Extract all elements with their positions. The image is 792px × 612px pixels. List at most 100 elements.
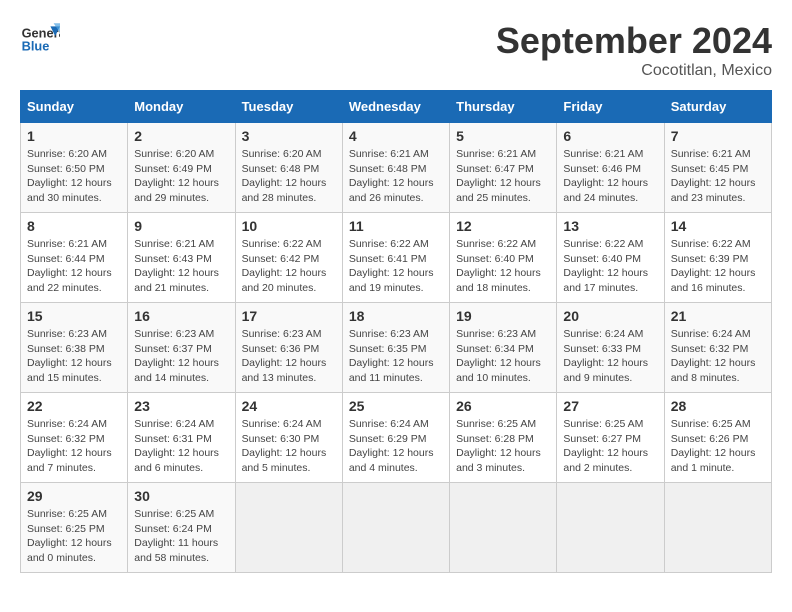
day-number: 8 (27, 218, 121, 234)
day-info: Sunrise: 6:21 AMSunset: 6:44 PMDaylight:… (27, 237, 121, 296)
day-number: 3 (242, 128, 336, 144)
day-info: Sunrise: 6:22 AMSunset: 6:40 PMDaylight:… (456, 237, 550, 296)
day-number: 11 (349, 218, 443, 234)
day-info: Sunrise: 6:24 AMSunset: 6:29 PMDaylight:… (349, 417, 443, 476)
day-info: Sunrise: 6:25 AMSunset: 6:26 PMDaylight:… (671, 417, 765, 476)
calendar-cell: 27Sunrise: 6:25 AMSunset: 6:27 PMDayligh… (557, 393, 664, 483)
calendar-cell (557, 483, 664, 573)
calendar-cell: 19Sunrise: 6:23 AMSunset: 6:34 PMDayligh… (450, 303, 557, 393)
day-info: Sunrise: 6:22 AMSunset: 6:41 PMDaylight:… (349, 237, 443, 296)
calendar-table: SundayMondayTuesdayWednesdayThursdayFrid… (20, 90, 772, 573)
calendar-cell: 5Sunrise: 6:21 AMSunset: 6:47 PMDaylight… (450, 123, 557, 213)
weekday-header-thursday: Thursday (450, 91, 557, 123)
day-info: Sunrise: 6:21 AMSunset: 6:48 PMDaylight:… (349, 147, 443, 206)
day-info: Sunrise: 6:25 AMSunset: 6:28 PMDaylight:… (456, 417, 550, 476)
calendar-cell: 28 Sunrise: 6:25 AMSunset: 6:26 PMDayligh… (664, 393, 771, 483)
calendar-cell (664, 483, 771, 573)
calendar-cell: 29 Sunrise: 6:25 AMSunset: 6:25 PMDayligh… (21, 483, 128, 573)
calendar-cell: 25 Sunrise: 6:24 AMSunset: 6:29 PMDayligh… (342, 393, 449, 483)
day-number: 5 (456, 128, 550, 144)
day-info: Sunrise: 6:20 AMSunset: 6:50 PMDaylight:… (27, 147, 121, 206)
calendar-week-3: 22 Sunrise: 6:24 AMSunset: 6:32 PMDayligh… (21, 393, 772, 483)
weekday-header-friday: Friday (557, 91, 664, 123)
svg-text:Blue: Blue (22, 38, 50, 53)
weekday-header-saturday: Saturday (664, 91, 771, 123)
day-info: Sunrise: 6:24 AMSunset: 6:32 PMDaylight:… (671, 327, 765, 386)
calendar-cell: 17 Sunrise: 6:23 AMSunset: 6:36 PMDayligh… (235, 303, 342, 393)
day-number: 17 (242, 308, 336, 324)
day-info: Sunrise: 6:24 AMSunset: 6:32 PMDaylight:… (27, 417, 121, 476)
calendar-week-1: 8 Sunrise: 6:21 AMSunset: 6:44 PMDaylight… (21, 213, 772, 303)
calendar-cell: 16Sunrise: 6:23 AMSunset: 6:37 PMDayligh… (128, 303, 235, 393)
day-info: Sunrise: 6:25 AMSunset: 6:27 PMDaylight:… (563, 417, 657, 476)
day-info: Sunrise: 6:25 AMSunset: 6:25 PMDaylight:… (27, 507, 121, 566)
calendar-cell: 14 Sunrise: 6:22 AMSunset: 6:39 PMDayligh… (664, 213, 771, 303)
weekday-header-wednesday: Wednesday (342, 91, 449, 123)
day-info: Sunrise: 6:23 AMSunset: 6:36 PMDaylight:… (242, 327, 336, 386)
calendar-cell (450, 483, 557, 573)
day-number: 20 (563, 308, 657, 324)
day-number: 1 (27, 128, 121, 144)
day-number: 19 (456, 308, 550, 324)
calendar-cell: 15Sunrise: 6:23 AMSunset: 6:38 PMDayligh… (21, 303, 128, 393)
calendar-cell: 4 Sunrise: 6:21 AMSunset: 6:48 PMDaylight… (342, 123, 449, 213)
day-number: 24 (242, 398, 336, 414)
calendar-cell: 24Sunrise: 6:24 AMSunset: 6:30 PMDayligh… (235, 393, 342, 483)
day-number: 26 (456, 398, 550, 414)
page-header: General Blue September 2024 Cocotitlan, … (20, 20, 772, 80)
day-number: 15 (27, 308, 121, 324)
calendar-cell: 6Sunrise: 6:21 AMSunset: 6:46 PMDaylight… (557, 123, 664, 213)
calendar-week-0: 1 Sunrise: 6:20 AMSunset: 6:50 PMDaylight… (21, 123, 772, 213)
day-number: 7 (671, 128, 765, 144)
day-info: Sunrise: 6:21 AMSunset: 6:43 PMDaylight:… (134, 237, 228, 296)
day-number: 4 (349, 128, 443, 144)
day-number: 14 (671, 218, 765, 234)
logo-icon: General Blue (20, 20, 60, 60)
day-number: 22 (27, 398, 121, 414)
weekday-header-monday: Monday (128, 91, 235, 123)
weekday-header-sunday: Sunday (21, 91, 128, 123)
day-info: Sunrise: 6:24 AMSunset: 6:33 PMDaylight:… (563, 327, 657, 386)
calendar-cell: 12 Sunrise: 6:22 AMSunset: 6:40 PMDayligh… (450, 213, 557, 303)
weekday-header-tuesday: Tuesday (235, 91, 342, 123)
day-number: 18 (349, 308, 443, 324)
day-number: 30 (134, 488, 228, 504)
calendar-cell: 30 Sunrise: 6:25 AMSunset: 6:24 PMDayligh… (128, 483, 235, 573)
calendar-cell: 26 Sunrise: 6:25 AMSunset: 6:28 PMDayligh… (450, 393, 557, 483)
title-block: September 2024 Cocotitlan, Mexico (496, 20, 772, 80)
location: Cocotitlan, Mexico (496, 62, 772, 80)
calendar-cell: 9 Sunrise: 6:21 AMSunset: 6:43 PMDaylight… (128, 213, 235, 303)
calendar-cell: 7 Sunrise: 6:21 AMSunset: 6:45 PMDaylight… (664, 123, 771, 213)
day-info: Sunrise: 6:22 AMSunset: 6:39 PMDaylight:… (671, 237, 765, 296)
day-number: 28 (671, 398, 765, 414)
calendar-cell: 23Sunrise: 6:24 AMSunset: 6:31 PMDayligh… (128, 393, 235, 483)
day-number: 2 (134, 128, 228, 144)
day-number: 12 (456, 218, 550, 234)
day-number: 25 (349, 398, 443, 414)
day-info: Sunrise: 6:21 AMSunset: 6:45 PMDaylight:… (671, 147, 765, 206)
calendar-cell: 20 Sunrise: 6:24 AMSunset: 6:33 PMDayligh… (557, 303, 664, 393)
calendar-cell: 1 Sunrise: 6:20 AMSunset: 6:50 PMDaylight… (21, 123, 128, 213)
day-info: Sunrise: 6:20 AMSunset: 6:48 PMDaylight:… (242, 147, 336, 206)
day-info: Sunrise: 6:23 AMSunset: 6:35 PMDaylight:… (349, 327, 443, 386)
calendar-cell (342, 483, 449, 573)
day-number: 9 (134, 218, 228, 234)
calendar-week-4: 29 Sunrise: 6:25 AMSunset: 6:25 PMDayligh… (21, 483, 772, 573)
day-info: Sunrise: 6:22 AMSunset: 6:40 PMDaylight:… (563, 237, 657, 296)
day-number: 16 (134, 308, 228, 324)
day-info: Sunrise: 6:20 AMSunset: 6:49 PMDaylight:… (134, 147, 228, 206)
day-number: 6 (563, 128, 657, 144)
calendar-cell: 3 Sunrise: 6:20 AMSunset: 6:48 PMDaylight… (235, 123, 342, 213)
day-info: Sunrise: 6:25 AMSunset: 6:24 PMDaylight:… (134, 507, 228, 566)
month-title: September 2024 (496, 20, 772, 62)
calendar-cell: 18 Sunrise: 6:23 AMSunset: 6:35 PMDayligh… (342, 303, 449, 393)
calendar-cell: 11 Sunrise: 6:22 AMSunset: 6:41 PMDayligh… (342, 213, 449, 303)
calendar-cell: 10Sunrise: 6:22 AMSunset: 6:42 PMDayligh… (235, 213, 342, 303)
calendar-week-2: 15Sunrise: 6:23 AMSunset: 6:38 PMDayligh… (21, 303, 772, 393)
day-number: 29 (27, 488, 121, 504)
calendar-cell: 2 Sunrise: 6:20 AMSunset: 6:49 PMDaylight… (128, 123, 235, 213)
calendar-cell: 13Sunrise: 6:22 AMSunset: 6:40 PMDayligh… (557, 213, 664, 303)
day-info: Sunrise: 6:24 AMSunset: 6:31 PMDaylight:… (134, 417, 228, 476)
day-number: 21 (671, 308, 765, 324)
calendar-cell: 21 Sunrise: 6:24 AMSunset: 6:32 PMDayligh… (664, 303, 771, 393)
